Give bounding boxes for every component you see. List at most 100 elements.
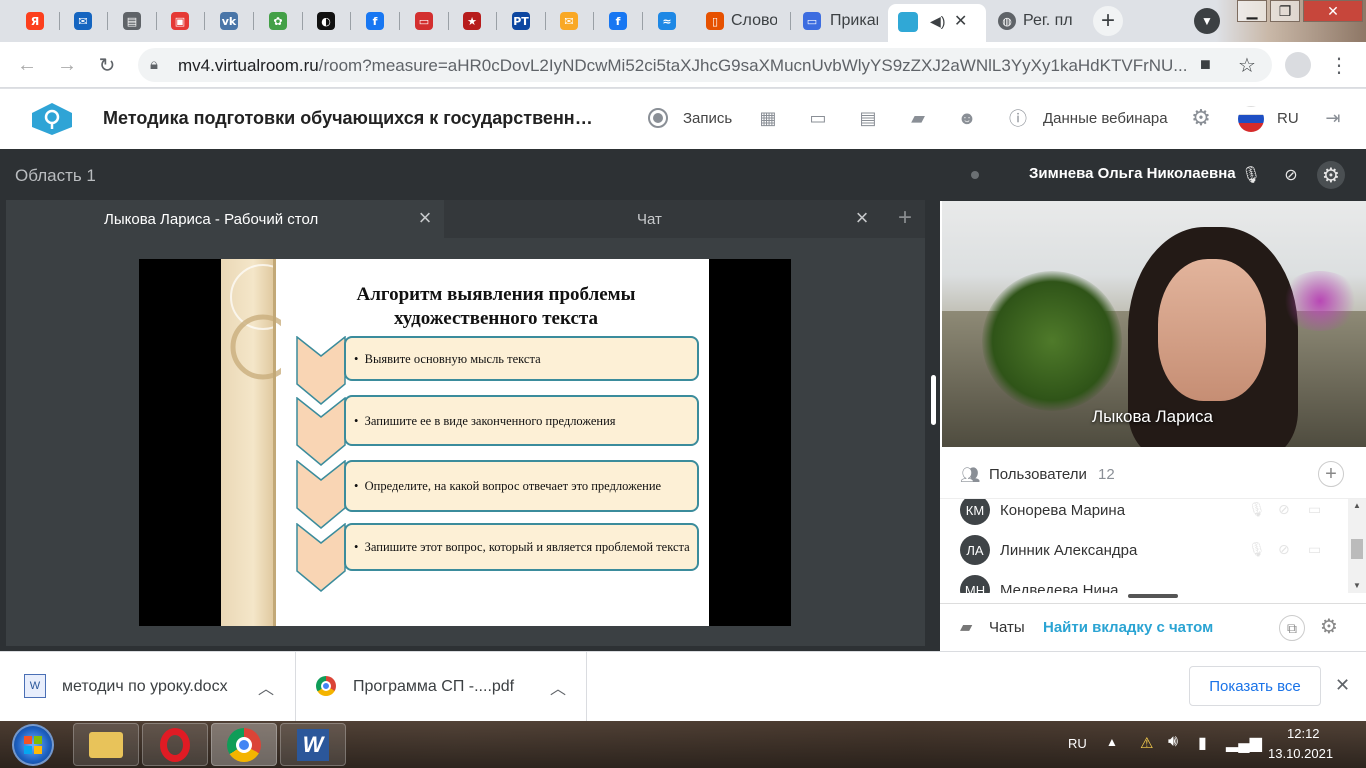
screen-icon[interactable]: ▭	[1308, 501, 1326, 519]
reload-button[interactable]: ↻	[94, 52, 120, 78]
network-warning-icon[interactable]: ⚠	[1140, 734, 1153, 752]
forward-button[interactable]: →	[54, 52, 80, 78]
download-item[interactable]: W методич по уроку.docx ︿	[0, 652, 296, 722]
close-icon[interactable]: ×	[414, 207, 436, 229]
presentation-icon[interactable]: ▤	[856, 106, 880, 130]
screen-icon[interactable]: ▭	[1308, 541, 1326, 559]
start-button[interactable]	[12, 724, 54, 766]
tab-chat[interactable]: Чат ×	[445, 200, 884, 238]
tab-search-button[interactable]: ▼	[1194, 8, 1220, 34]
screen-share-icon[interactable]: ▭	[806, 106, 830, 130]
app-icon[interactable]: ◐	[313, 8, 339, 34]
list-item[interactable]: МН Медведева Нина	[940, 570, 1344, 593]
wave-icon[interactable]: ≈	[654, 8, 680, 34]
rt-icon[interactable]: РТ	[508, 8, 534, 34]
find-chat-tab-link[interactable]: Найти вкладку с чатом	[1043, 619, 1213, 636]
chrome-taskbar-button[interactable]	[211, 723, 277, 766]
webinar-data-label[interactable]: Данные вебинара	[1043, 110, 1168, 127]
close-downloads-icon[interactable]: ✕	[1335, 675, 1350, 696]
layout-grid-icon[interactable]: ▦	[756, 106, 780, 130]
chevron-up-icon[interactable]: ︿	[258, 675, 274, 699]
add-user-icon[interactable]: +	[1318, 461, 1344, 487]
active-tab[interactable]: ◀) ✕	[888, 4, 986, 42]
bookmark-star-icon[interactable]: ☆	[1238, 53, 1256, 78]
chat-settings-gear-icon[interactable]: ⚙	[1320, 614, 1338, 639]
tab-divider	[545, 12, 546, 30]
russian-flag-icon[interactable]	[1238, 106, 1264, 132]
user-settings-icon[interactable]: ☻	[955, 106, 979, 130]
camera-off-icon[interactable]: ⊘	[1277, 161, 1305, 189]
globe-tab-icon: ◍	[994, 8, 1020, 34]
panel-resize-handle[interactable]	[931, 375, 936, 425]
document-icon[interactable]: ▤	[119, 8, 145, 34]
close-icon[interactable]: ×	[851, 207, 873, 229]
explorer-taskbar-button[interactable]	[73, 723, 139, 766]
camera-icon[interactable]: ⊘	[1278, 541, 1296, 559]
tray-expand-icon[interactable]: ▲	[1106, 735, 1118, 749]
opera-taskbar-button[interactable]	[142, 723, 208, 766]
flower-icon[interactable]: ✿	[265, 8, 291, 34]
scrollbar-thumb[interactable]	[1351, 539, 1363, 559]
mic-icon[interactable]: 🎙︎	[1248, 501, 1266, 519]
photo-icon[interactable]: ▣	[167, 8, 193, 34]
back-button[interactable]: ←	[14, 52, 40, 78]
yandex-icon[interactable]: Я	[22, 8, 48, 34]
star-icon[interactable]: ★	[459, 8, 485, 34]
tab-divider	[399, 12, 400, 30]
info-icon[interactable]: ⓘ	[1006, 106, 1030, 130]
show-all-button[interactable]: Показать все	[1189, 666, 1321, 706]
mic-muted-icon[interactable]: 🎙︎	[1237, 161, 1265, 189]
facebook-icon[interactable]: f	[605, 8, 631, 34]
step-text: • Выявите основную мысль текста	[354, 351, 541, 366]
speaker-bar: Зимнева Ольга Николаевна 🎙︎ ⊘ ⚙	[940, 149, 1366, 201]
exit-icon[interactable]: ⇥	[1321, 106, 1345, 130]
battery-icon[interactable]: ▮	[1198, 733, 1207, 753]
video-participant-name: Лыкова Лариса	[1092, 407, 1213, 426]
mic-icon[interactable]: 🎙︎	[1248, 541, 1266, 559]
users-label[interactable]: Пользователи	[989, 466, 1087, 483]
red-doc-icon[interactable]: ▭	[411, 8, 437, 34]
slide-title: Алгоритм выявления проблемы художественн…	[356, 284, 636, 329]
slide-divider-line	[273, 259, 276, 626]
new-tab-button[interactable]: +	[1093, 6, 1123, 36]
folder-icon[interactable]: ▰	[906, 106, 930, 130]
tab-close-icon[interactable]: ✕	[954, 11, 967, 31]
tab-desktop[interactable]: Лыкова Лариса - Рабочий стол ×	[6, 200, 444, 238]
restore-button[interactable]: ❐	[1270, 0, 1300, 22]
word-taskbar-button[interactable]: W	[280, 723, 346, 766]
signal-icon[interactable]: ▂▄▆	[1226, 733, 1262, 753]
settings-gear-icon[interactable]: ⚙	[1189, 105, 1213, 130]
tab-reg[interactable]: Рег. пл	[1023, 12, 1079, 30]
step-text: • Определите, на какой вопрос отвечает э…	[354, 479, 662, 493]
language-label[interactable]: RU	[1277, 110, 1299, 127]
keyboard-language[interactable]: RU	[1068, 736, 1087, 751]
address-bar[interactable]: 🔒︎ mv4.virtualroom.ru/room?measure=aHR0c…	[138, 48, 1272, 82]
profile-avatar[interactable]	[1285, 52, 1311, 78]
volume-icon[interactable]: 🔊︎	[1168, 733, 1178, 751]
facebook-icon[interactable]: f	[362, 8, 388, 34]
record-icon[interactable]	[646, 106, 670, 130]
camera-icon[interactable]: ⊘	[1278, 501, 1296, 519]
chrome-pdf-icon	[316, 676, 336, 696]
vk-icon[interactable]: vk	[216, 8, 242, 34]
clock-time[interactable]: 12:12	[1287, 726, 1320, 741]
chevron-up-icon[interactable]: ︿	[550, 675, 566, 699]
download-item[interactable]: Программа СП -....pdf ︿	[296, 652, 587, 722]
popout-chat-icon[interactable]: ⧉	[1279, 615, 1305, 641]
settings-gear-icon[interactable]: ⚙	[1317, 161, 1345, 189]
record-label[interactable]: Запись	[683, 110, 732, 127]
tab-slovo[interactable]: Слово	[731, 12, 777, 30]
minimize-button[interactable]: ▁	[1237, 0, 1267, 22]
menu-kebab-icon[interactable]: ⋮	[1326, 52, 1352, 78]
sidebar-resize-handle[interactable]	[1128, 594, 1178, 598]
list-item[interactable]: ЛА Линник Александра 🎙︎ ⊘ ▭	[940, 530, 1344, 570]
camera-icon[interactable]: ■	[1200, 54, 1211, 75]
add-tab-icon[interactable]: +	[894, 206, 916, 230]
close-window-button[interactable]: ✕	[1303, 0, 1363, 22]
list-item[interactable]: КМ Конорева Марина 🎙︎ ⊘ ▭	[940, 499, 1344, 530]
tab-prikaz[interactable]: Прикаг	[830, 12, 878, 30]
mail-envelope-icon[interactable]: ✉	[556, 8, 582, 34]
clock-date[interactable]: 13.10.2021	[1268, 746, 1333, 761]
mail-icon[interactable]: ✉	[70, 8, 96, 34]
users-scrollbar[interactable]: ▲ ▼	[1348, 499, 1366, 593]
